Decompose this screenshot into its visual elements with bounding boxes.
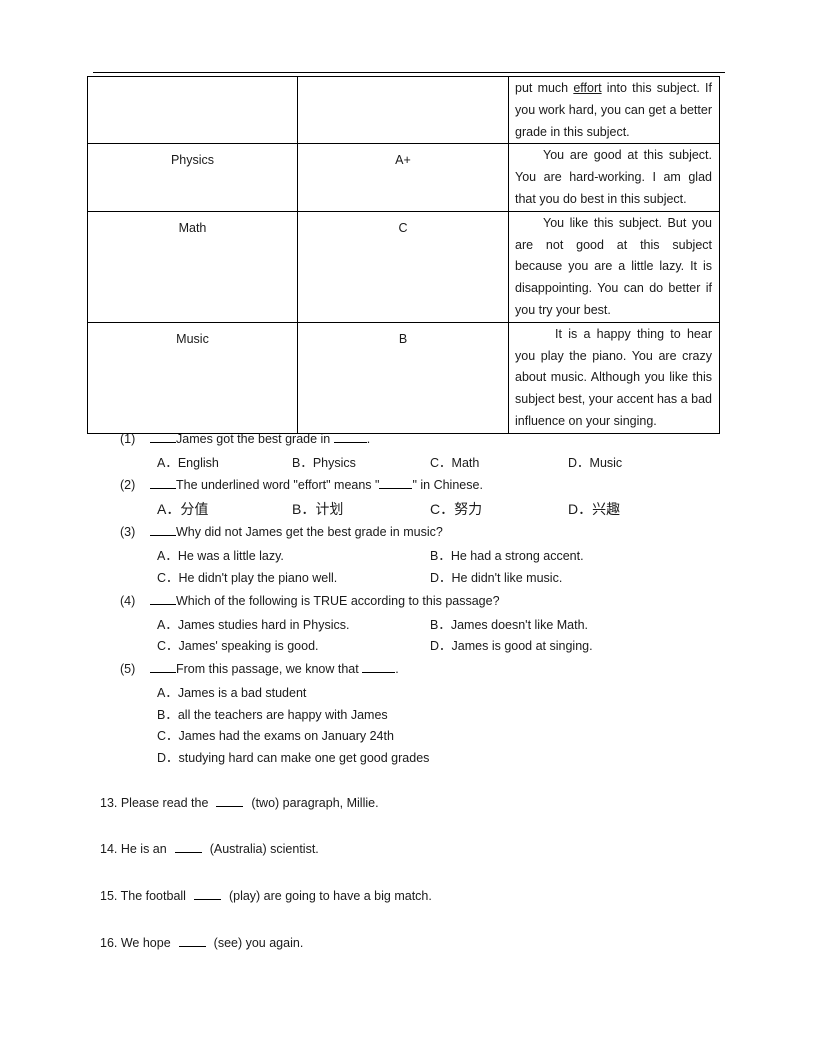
option-b: B．all the teachers are happy with James (157, 708, 388, 722)
option-b: B．Physics (292, 456, 356, 470)
option-a: A．James is a bad student (157, 686, 307, 700)
answer-blank[interactable] (174, 840, 202, 853)
table-row: Physics A+ You are good at this subject.… (87, 143, 720, 212)
table-row: Music B It is a happy thing to hear you … (87, 321, 720, 434)
comment-cell: You like this subject. But you are not g… (508, 210, 720, 323)
grade-cell: B (297, 321, 509, 434)
answer-blank[interactable] (150, 592, 176, 605)
comment-cell: put much effort into this subject. If yo… (508, 75, 720, 145)
page-header-rule (93, 72, 725, 73)
fill-in-14: 14. He is an (Australia) scientist. (100, 840, 319, 856)
subject-cell (87, 75, 298, 145)
grade-cell: C (297, 210, 509, 323)
question-4: (4) Which of the following is TRUE accord… (120, 592, 500, 608)
fill-in-13: 13. Please read the (two) paragraph, Mill… (100, 794, 379, 810)
option-b: B．James doesn't like Math. (430, 618, 589, 632)
teacher-comment: You are good at this subject. You are ha… (515, 148, 712, 206)
subject-cell: Music (87, 321, 298, 434)
stem-blank (333, 430, 367, 443)
option-b: B．计划 (292, 501, 344, 517)
question-1: (1) James got the best grade in . (120, 430, 371, 446)
answer-blank[interactable] (178, 934, 206, 947)
option-d: D．James is good at singing. (430, 639, 593, 653)
option-d: D．He didn't like music. (430, 571, 563, 585)
stem-blank (362, 660, 396, 673)
fill-in-15: 15. The football (play) are going to have… (100, 887, 432, 903)
comment-cell: It is a happy thing to hear you play the… (508, 321, 720, 434)
answer-blank[interactable] (216, 794, 244, 807)
fill-in-16: 16. We hope (see) you again. (100, 934, 304, 950)
comment-cell: You are good at this subject. You are ha… (508, 143, 720, 212)
grades-table: put much effort into this subject. If yo… (87, 75, 720, 434)
table-row: put much effort into this subject. If yo… (87, 75, 720, 145)
option-c: C．Math (430, 456, 480, 470)
stem-blank (379, 476, 413, 489)
underlined-word-effort: effort (573, 81, 602, 95)
teacher-comment: put much effort into this subject. If yo… (515, 81, 712, 139)
grade-cell: A+ (297, 143, 509, 212)
option-c: C．James' speaking is good. (157, 639, 319, 653)
grade-cell (297, 75, 509, 145)
option-a: A．He was a little lazy. (157, 549, 284, 563)
answer-blank[interactable] (150, 660, 176, 673)
question-2: (2) The underlined word "effort" means " "… (120, 476, 483, 492)
answer-blank[interactable] (150, 476, 176, 489)
subject-cell: Math (87, 210, 298, 323)
question-5: (5) From this passage, we know that . (120, 660, 399, 676)
answer-blank[interactable] (150, 523, 176, 536)
table-row: Math C You like this subject. But you ar… (87, 210, 720, 323)
teacher-comment: You like this subject. But you are not g… (515, 215, 712, 317)
option-c: C．He didn't play the piano well. (157, 571, 338, 585)
option-d: D．studying hard can make one get good gr… (157, 751, 430, 765)
option-d: D．兴趣 (568, 501, 621, 517)
option-b: B．He had a strong accent. (430, 549, 584, 563)
teacher-comment: It is a happy thing to hear you play the… (515, 326, 712, 428)
answer-blank[interactable] (150, 430, 176, 443)
option-c: C．James had the exams on January 24th (157, 729, 394, 743)
question-3: (3) Why did not James get the best grade … (120, 523, 443, 539)
option-d: D．Music (568, 456, 623, 470)
option-a: A．English (157, 456, 219, 470)
answer-blank[interactable] (193, 887, 221, 900)
subject-cell: Physics (87, 143, 298, 212)
option-a: A．James studies hard in Physics. (157, 618, 350, 632)
option-a: A．分值 (157, 501, 209, 517)
option-c: C．努力 (430, 501, 483, 517)
